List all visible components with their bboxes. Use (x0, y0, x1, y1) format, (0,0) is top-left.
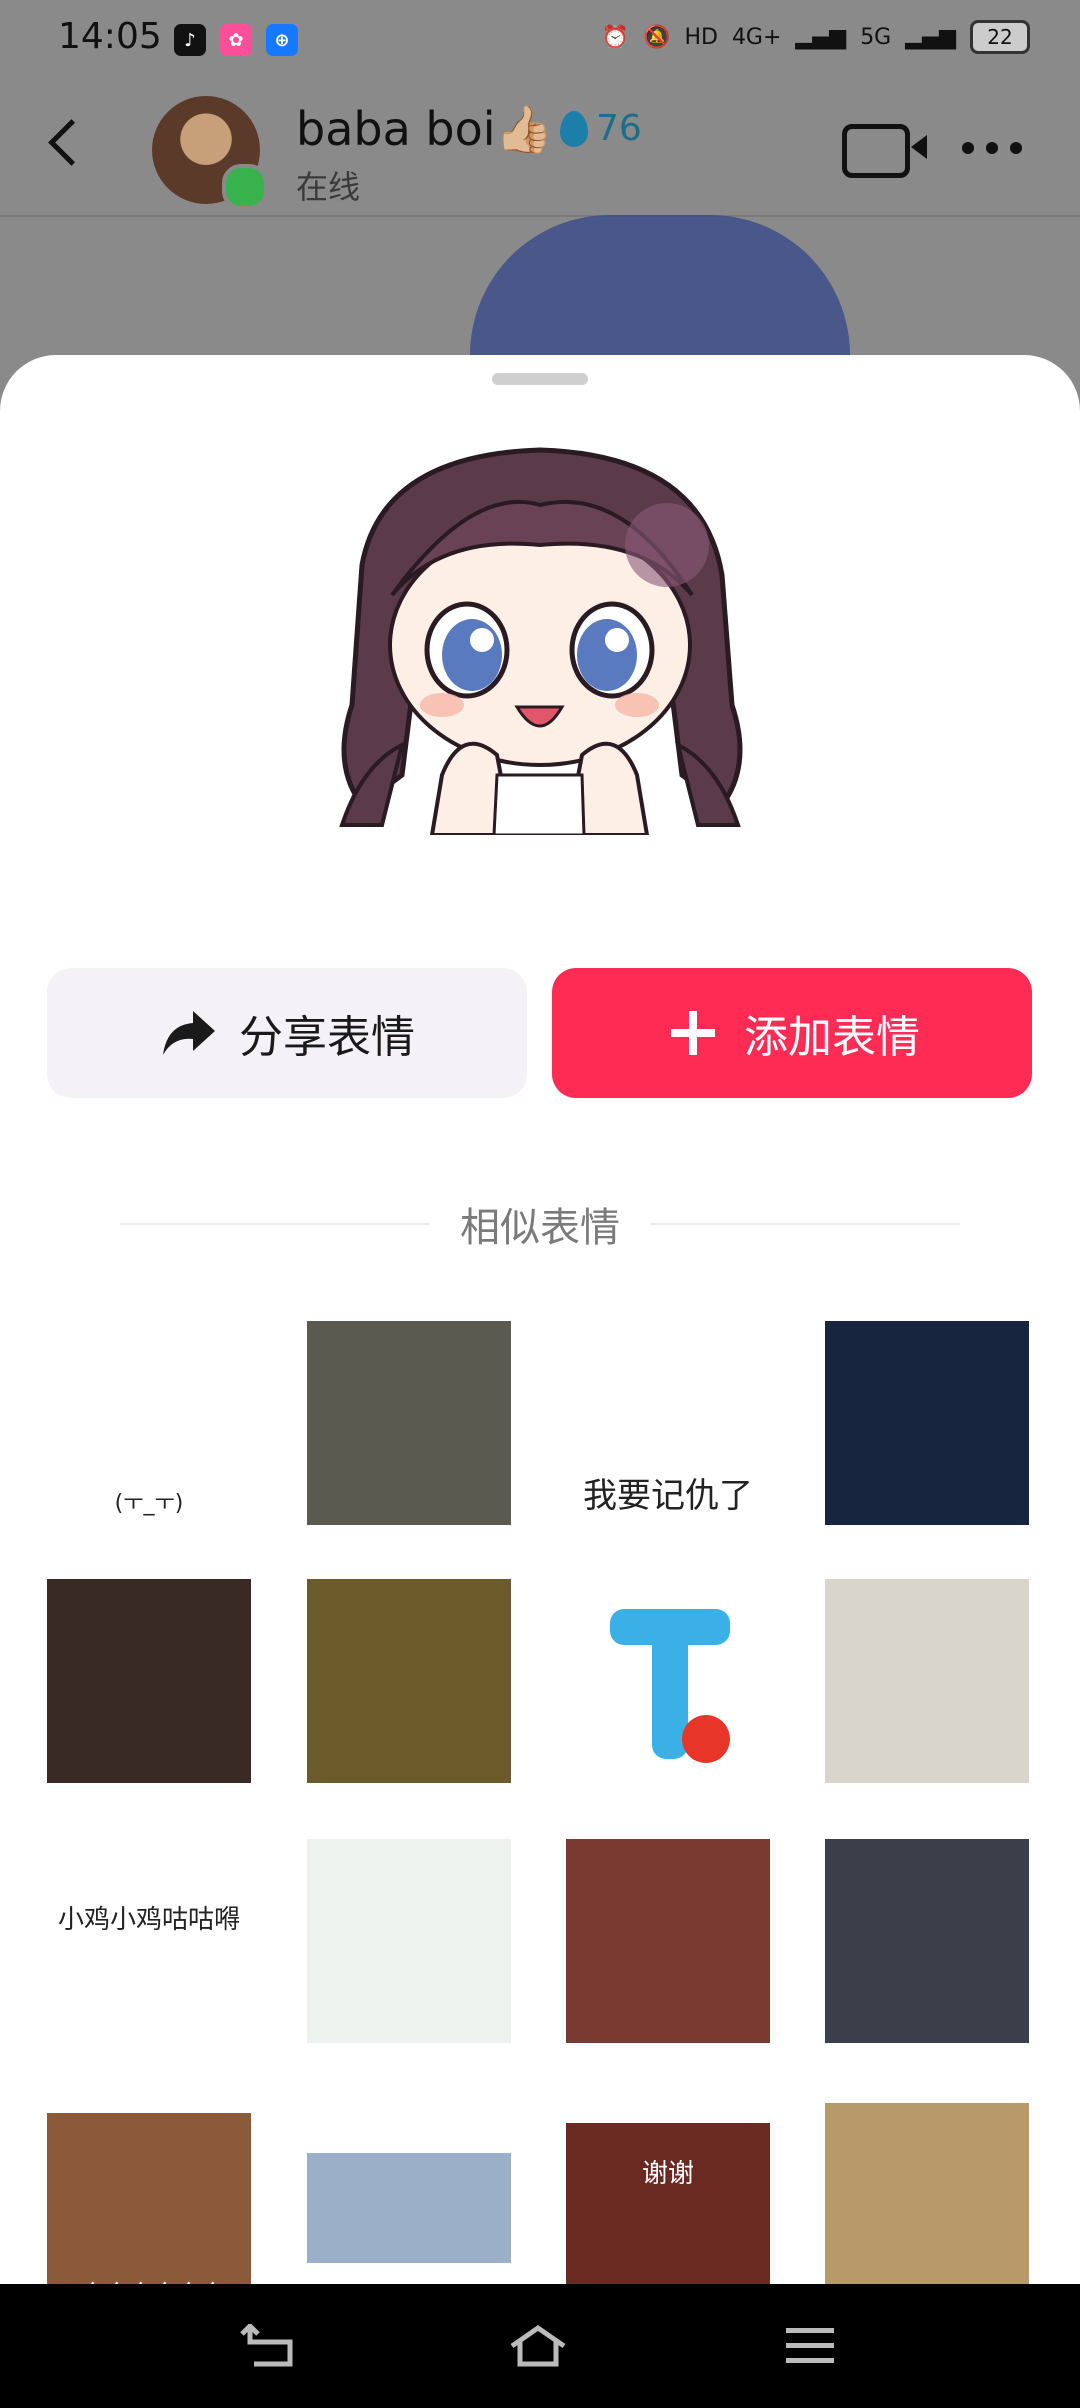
signal-icon: ▂▄▆ (795, 24, 847, 50)
sheet-drag-handle[interactable] (492, 373, 588, 385)
sticker-thumb-15[interactable]: 谢谢 (566, 2123, 770, 2285)
sticker-sheet: 分享表情 添加表情 相似表情 (ㅜ_ㅜ) 我要记仇了 小鸡小鸡咕咕嘚 谢谢 (0, 355, 1080, 2285)
battery-level: 22 (987, 25, 1013, 49)
signal-icon-2: ▂▄▆ (905, 24, 956, 50)
sticker-caption-15: 谢谢 (641, 2159, 694, 2189)
add-sticker-button[interactable]: 添加表情 (552, 968, 1032, 1098)
status-indicators: ⏰ 🔕 HD 4G+ ▂▄▆ 5G ▂▄▆ 22 (602, 20, 1030, 54)
sticker-caption-3: 我要记仇了 (583, 1476, 753, 1516)
video-call-icon[interactable] (842, 124, 927, 178)
tiktok-app-icon: ♪ (174, 24, 206, 56)
sticker-thumb-2[interactable] (307, 1321, 511, 1525)
share-button-label: 分享表情 (239, 1012, 415, 1063)
similar-stickers-title: 相似表情 (460, 1205, 620, 1251)
beauty-app-icon: ✿ (220, 24, 252, 56)
alarm-icon: ⏰ (601, 24, 630, 50)
status-time: 14:05 (58, 16, 162, 57)
flame-icon (560, 110, 588, 147)
contact-name: baba boi👍🏼 (296, 102, 553, 156)
back-nav-icon[interactable] (240, 2324, 300, 2368)
hd-label: HD (684, 24, 718, 50)
sticker-thumb-7[interactable] (566, 1579, 770, 1783)
sticker-thumb-11[interactable] (566, 1839, 770, 2043)
alipay-app-icon: ⊕ (266, 24, 298, 56)
sticker-thumb-6[interactable] (307, 1579, 511, 1783)
sticker-thumb-4[interactable] (825, 1321, 1029, 1525)
system-navigation-bar (0, 2284, 1080, 2408)
streak-count: 76 (596, 108, 642, 149)
sticker-thumb-8[interactable] (825, 1579, 1029, 1783)
share-sticker-button[interactable]: 分享表情 (47, 968, 527, 1098)
streak-badge: 76 (560, 108, 642, 149)
divider-left (120, 1223, 430, 1225)
sticker-thumb-12[interactable] (825, 1839, 1029, 2043)
mute-icon: 🔕 (643, 24, 671, 50)
sticker-thumb-3[interactable]: 我要记仇了 (566, 1321, 770, 1525)
add-button-label: 添加表情 (744, 1012, 920, 1063)
sticker-thumb-9[interactable]: 小鸡小鸡咕咕嘚 (47, 1839, 251, 2043)
letter-t-sticker-icon (610, 1609, 730, 1763)
plus-icon (671, 1011, 715, 1055)
share-arrow-icon (163, 1011, 215, 1055)
contact-status: 在线 (296, 168, 361, 206)
back-icon[interactable] (48, 119, 95, 166)
main-sticker-image (339, 447, 743, 835)
background-sticker (470, 215, 850, 355)
status-bar: 14:05 ♪ ✿ ⊕ ⏰ 🔕 HD 4G+ ▂▄▆ 5G ▂▄▆ 22 (0, 0, 1080, 80)
network-4g-label: 4G+ (731, 24, 782, 50)
home-nav-icon[interactable] (508, 2324, 568, 2368)
sticker-thumb-10[interactable] (307, 1839, 511, 2043)
sticker-thumb-16[interactable] (825, 2103, 1029, 2285)
online-indicator-icon (222, 164, 268, 210)
sticker-caption-9: 小鸡小鸡咕咕嘚 (57, 1905, 240, 1935)
sticker-caption-1: (ㅜ_ㅜ) (114, 1491, 184, 1516)
battery-icon: 22 (970, 20, 1030, 54)
similar-stickers-header: 相似表情 (0, 1195, 1080, 1253)
network-5g-label: 5G (860, 24, 892, 50)
sticker-thumb-5[interactable] (47, 1579, 251, 1783)
sticker-thumb-13[interactable]: 哈哈哈哈哈哈 (47, 2113, 251, 2285)
divider-right (650, 1223, 960, 1225)
recents-nav-icon[interactable] (780, 2324, 840, 2368)
more-icon[interactable] (962, 142, 1022, 154)
sticker-thumb-14[interactable] (307, 2153, 511, 2263)
chat-header: baba boi👍🏼 76 在线 (0, 80, 1080, 217)
sticker-thumb-1[interactable]: (ㅜ_ㅜ) (47, 1321, 251, 1525)
